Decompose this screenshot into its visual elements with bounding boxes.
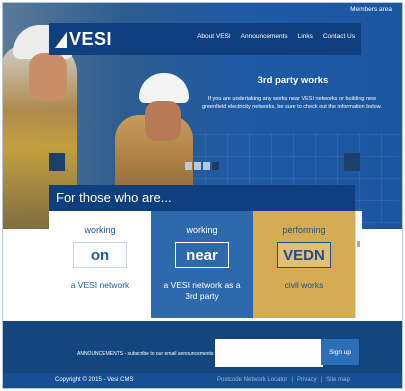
slider-dot[interactable]	[203, 162, 210, 170]
audience-cards: working on a VESI network working near a…	[49, 211, 355, 318]
footer-link-postcode-locator[interactable]: Postcode Network Locator	[217, 377, 287, 383]
footer-link-site-map[interactable]: Site map	[326, 377, 350, 383]
email-field[interactable]	[215, 339, 323, 367]
footer-links: Postcode Network Locator | Privacy | Sit…	[217, 377, 350, 383]
card-suffix: a VESI network as a 3rd party	[163, 280, 241, 301]
main-nav: About VESI Announcements Links Contact U…	[197, 33, 355, 40]
card-keyword: VEDN	[277, 242, 331, 268]
card-working-on[interactable]: working on a VESI network	[49, 211, 151, 318]
hero-title: 3rd party works	[257, 75, 329, 86]
slider-dot[interactable]	[185, 162, 192, 170]
cards-scrollbar[interactable]	[355, 211, 362, 318]
vesi-logo[interactable]: VESI	[55, 29, 112, 50]
nav-announcements[interactable]: Announcements	[241, 33, 288, 40]
subscribe-label: ANNOUNCEMENTS - subscribe to our email a…	[77, 351, 214, 357]
page-frame: Members area VESI About VESI Announcemen…	[2, 2, 403, 389]
card-keyword: on	[73, 242, 127, 268]
members-area-link[interactable]: Members area	[350, 6, 392, 13]
slider-dot[interactable]	[194, 162, 201, 170]
logo-text: VESI	[69, 29, 113, 49]
top-navigation-bar: VESI About VESI Announcements Links Cont…	[49, 23, 361, 55]
card-suffix: a VESI network	[70, 280, 130, 290]
card-performing-vedn[interactable]: performing VEDN civil works	[253, 211, 355, 318]
for-those-banner: For those who are...	[49, 185, 355, 211]
copyright-text: Copyright © 2015 - Vesi CMS	[55, 377, 134, 383]
worker-face-left	[29, 53, 67, 101]
scrollbar-thumb[interactable]	[357, 241, 360, 247]
logo-mark-icon	[55, 31, 67, 48]
footer-link-privacy[interactable]: Privacy	[297, 377, 317, 383]
slider-dots	[185, 162, 219, 170]
footer-link-divider: |	[291, 377, 293, 383]
sign-up-button[interactable]: Sign up	[321, 339, 359, 365]
nav-links[interactable]: Links	[298, 33, 313, 40]
card-suffix: civil works	[284, 280, 324, 290]
nav-about-vesi[interactable]: About VESI	[197, 33, 231, 40]
card-prefix: working	[84, 225, 116, 235]
slider-dot-active[interactable]	[212, 162, 219, 170]
hard-hat-icon	[139, 73, 189, 103]
footer-link-divider: |	[320, 377, 323, 383]
slider-next-button[interactable]	[344, 153, 360, 171]
hero-description: If you are undertaking any works near VE…	[202, 96, 382, 110]
card-prefix: performing	[282, 225, 326, 235]
card-prefix: working	[186, 225, 218, 235]
slider-prev-button[interactable]	[49, 153, 65, 171]
card-keyword: near	[175, 242, 229, 268]
worker-face-right	[145, 101, 181, 141]
nav-contact-us[interactable]: Contact Us	[323, 33, 355, 40]
card-working-near[interactable]: working near a VESI network as a 3rd par…	[151, 211, 253, 318]
